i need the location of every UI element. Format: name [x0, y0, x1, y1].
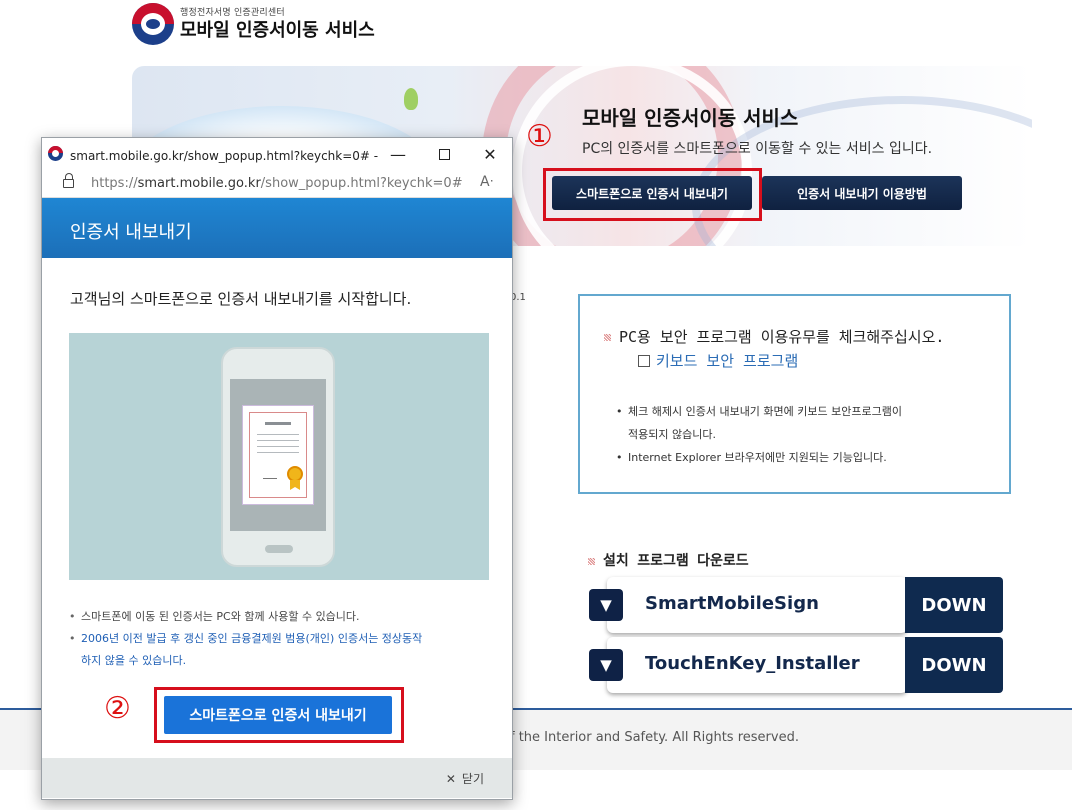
- maximize-icon[interactable]: [424, 142, 464, 166]
- popup-url[interactable]: https://smart.mobile.go.kr/show_popup.ht…: [91, 176, 463, 191]
- phone-screen: [230, 379, 326, 531]
- seal-icon: [287, 466, 303, 482]
- popup-export-button[interactable]: 스마트폰으로 인증서 내보내기: [164, 696, 392, 734]
- address-bar[interactable]: https://smart.mobile.go.kr/show_popup.ht…: [42, 170, 512, 198]
- security-note: 체크 해제시 인증서 내보내기 화면에 키보드 보안프로그램이: [616, 400, 902, 423]
- site-favicon-icon: [48, 146, 63, 161]
- download-name: SmartMobileSign: [645, 593, 819, 614]
- logo-subtitle: 행정전자서명 인증관리센터: [180, 7, 285, 18]
- downloads-title-text: 설치 프로그램 다운로드: [603, 553, 749, 569]
- close-x-icon[interactable]: ✕: [446, 772, 456, 786]
- url-host: smart.mobile.go.kr: [137, 176, 261, 191]
- checkbox-box[interactable]: [638, 354, 650, 367]
- downloads-title: 설치 프로그램 다운로드: [588, 550, 749, 570]
- download-button[interactable]: DOWN: [905, 577, 1003, 633]
- site-logo[interactable]: 행정전자서명 인증관리센터 모바일 인증서이동 서비스: [132, 2, 375, 46]
- step-marker-1: ①: [526, 119, 553, 154]
- banner-title: 모바일 인증서이동 서비스: [582, 106, 799, 130]
- popup-notes: 스마트폰에 이동 된 인증서는 PC와 함께 사용할 수 있습니다. 2006년…: [69, 606, 422, 672]
- popup-footer: ✕ 닫기: [42, 758, 512, 798]
- certificate-line: [257, 452, 299, 453]
- close-icon[interactable]: ✕: [470, 142, 510, 166]
- step-marker-2: ②: [104, 691, 131, 726]
- certificate-line: [257, 434, 299, 435]
- security-note-cont: 적용되지 않습니다.: [616, 423, 902, 446]
- read-aloud-icon[interactable]: A︎ᐧ: [480, 174, 493, 190]
- expand-down-icon[interactable]: ▼: [589, 649, 623, 681]
- banner-subtitle: PC의 인증서를 스마트폰으로 이동할 수 있는 서비스 입니다.: [582, 141, 933, 157]
- export-certificate-button[interactable]: 스마트폰으로 인증서 내보내기: [552, 176, 752, 210]
- security-note: Internet Explorer 브라우저에만 지원되는 기능입니다.: [616, 446, 902, 469]
- certificate-signature-line: [263, 478, 277, 479]
- keyboard-security-label[interactable]: 키보드 보안 프로그램: [656, 350, 798, 371]
- popup-header: 인증서 내보내기: [42, 198, 512, 258]
- download-name: TouchEnKey_Installer: [645, 653, 860, 674]
- certificate-line: [257, 440, 299, 441]
- security-notes: 체크 해제시 인증서 내보내기 화면에 키보드 보안프로그램이 적용되지 않습니…: [616, 400, 902, 469]
- copyright-text: f the Interior and Safety. All Rights re…: [510, 730, 799, 745]
- lock-icon[interactable]: [63, 173, 74, 188]
- phone-certificate-illustration: [69, 333, 489, 580]
- popup-intro: 고객님의 스마트폰으로 인증서 내보내기를 시작합니다.: [70, 290, 412, 308]
- bullet-icon: [604, 334, 611, 341]
- bullet-icon: [588, 557, 595, 565]
- security-panel-title: PC용 보안 프로그램 이용유무를 체크해주십시오.: [604, 326, 944, 347]
- expand-down-icon[interactable]: ▼: [589, 589, 623, 621]
- smartphone-icon: [221, 347, 335, 567]
- popup-note-warning-cont: 하지 않을 수 있습니다.: [69, 650, 422, 672]
- download-row-touchenkey[interactable]: ▼ TouchEnKey_Installer DOWN: [589, 637, 1003, 693]
- popup-header-title: 인증서 내보내기: [70, 222, 192, 243]
- url-path: /show_popup.html?keychk=0#: [260, 176, 463, 191]
- url-scheme: https://: [91, 176, 138, 191]
- popup-note: 스마트폰에 이동 된 인증서는 PC와 함께 사용할 수 있습니다.: [69, 606, 422, 628]
- popup-close-button[interactable]: ✕ 닫기: [446, 770, 484, 787]
- leaf-illustration: [404, 88, 418, 110]
- close-label[interactable]: 닫기: [462, 770, 484, 787]
- popup-window-title: smart.mobile.go.kr/show_popup.html?keych…: [70, 149, 382, 163]
- popup-note-warning-cont-text: 하지 않을 수 있습니다.: [81, 654, 187, 667]
- logo-title: 모바일 인증서이동 서비스: [180, 19, 375, 41]
- security-title-text: PC용 보안 프로그램 이용유무를 체크해주십시오.: [619, 328, 945, 346]
- phone-home-button: [265, 545, 293, 553]
- certificate-icon: [242, 405, 314, 505]
- keyboard-security-checkbox[interactable]: 키보드 보안 프로그램: [638, 350, 798, 371]
- popup-note-warning: 2006년 이전 발급 후 갱신 중인 금융결제원 범용(개인) 인증서는 정상…: [69, 628, 422, 650]
- minimize-icon[interactable]: —: [378, 142, 418, 166]
- download-button[interactable]: DOWN: [905, 637, 1003, 693]
- government-emblem-icon: [132, 3, 174, 45]
- certificate-line: [257, 446, 299, 447]
- certificate-line: [265, 422, 291, 425]
- security-program-panel: PC용 보안 프로그램 이용유무를 체크해주십시오. 키보드 보안 프로그램 체…: [578, 294, 1011, 494]
- export-popup-window: smart.mobile.go.kr/show_popup.html?keych…: [41, 137, 513, 800]
- popup-titlebar[interactable]: smart.mobile.go.kr/show_popup.html?keych…: [42, 138, 512, 170]
- security-note-cont-text: 적용되지 않습니다.: [628, 428, 716, 441]
- download-row-smartmobilesign[interactable]: ▼ SmartMobileSign DOWN: [589, 577, 1003, 633]
- export-howto-button[interactable]: 인증서 내보내기 이용방법: [762, 176, 962, 210]
